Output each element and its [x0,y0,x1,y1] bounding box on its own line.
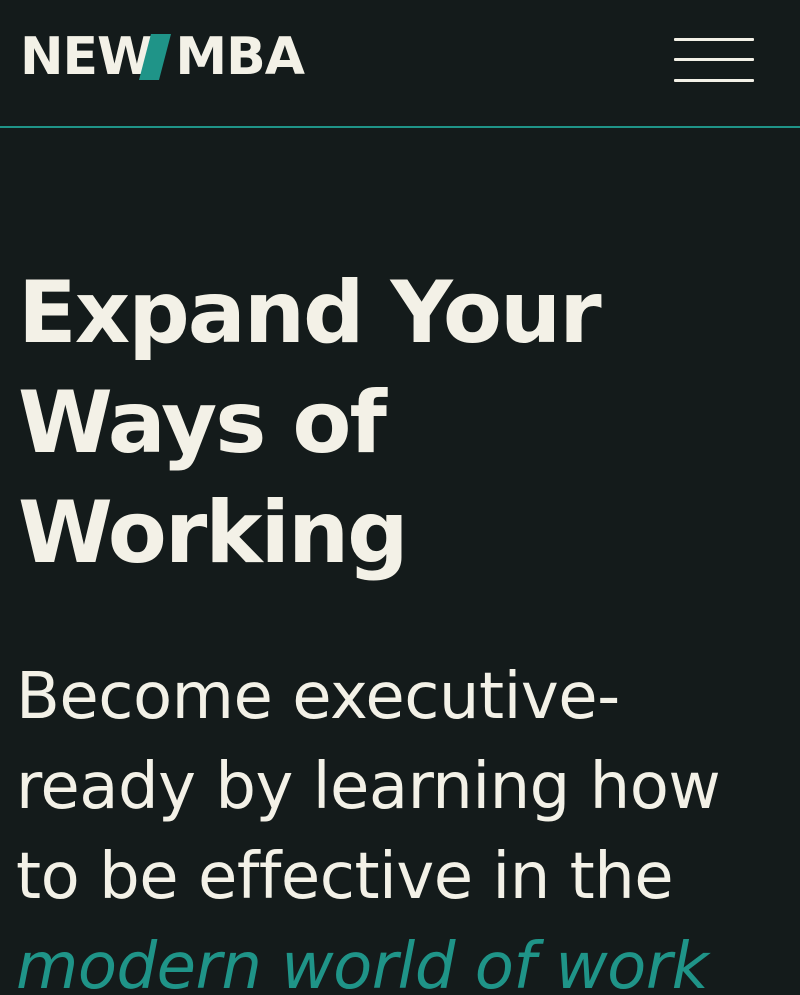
newmba-logo[interactable]: NEW MBA [20,27,305,87]
hamburger-menu-icon[interactable] [674,38,754,84]
hero-subtitle-line: Become executive- [16,660,620,734]
hero-subtitle-line: ready by learning how [16,750,721,824]
hero-title-line: Working [18,483,409,583]
hero-title-line: Expand Your [18,263,602,363]
hero-subtitle: Become executive- ready by learning how … [16,652,796,995]
menu-line-top [674,38,754,41]
menu-line-middle [674,58,754,61]
hero-subtitle-accent: modern world of work [16,930,709,995]
hero-title: Expand Your Ways of Working [18,258,778,588]
logo-text-new: NEW [20,27,154,87]
hero-subtitle-line: to be effective in the [16,840,674,914]
logo-text-mba: MBA [175,27,305,87]
site-header: NEW MBA [0,0,800,128]
menu-line-bottom [674,79,754,82]
hero-title-line: Ways of [18,373,387,473]
logo-slash-icon [139,34,172,80]
